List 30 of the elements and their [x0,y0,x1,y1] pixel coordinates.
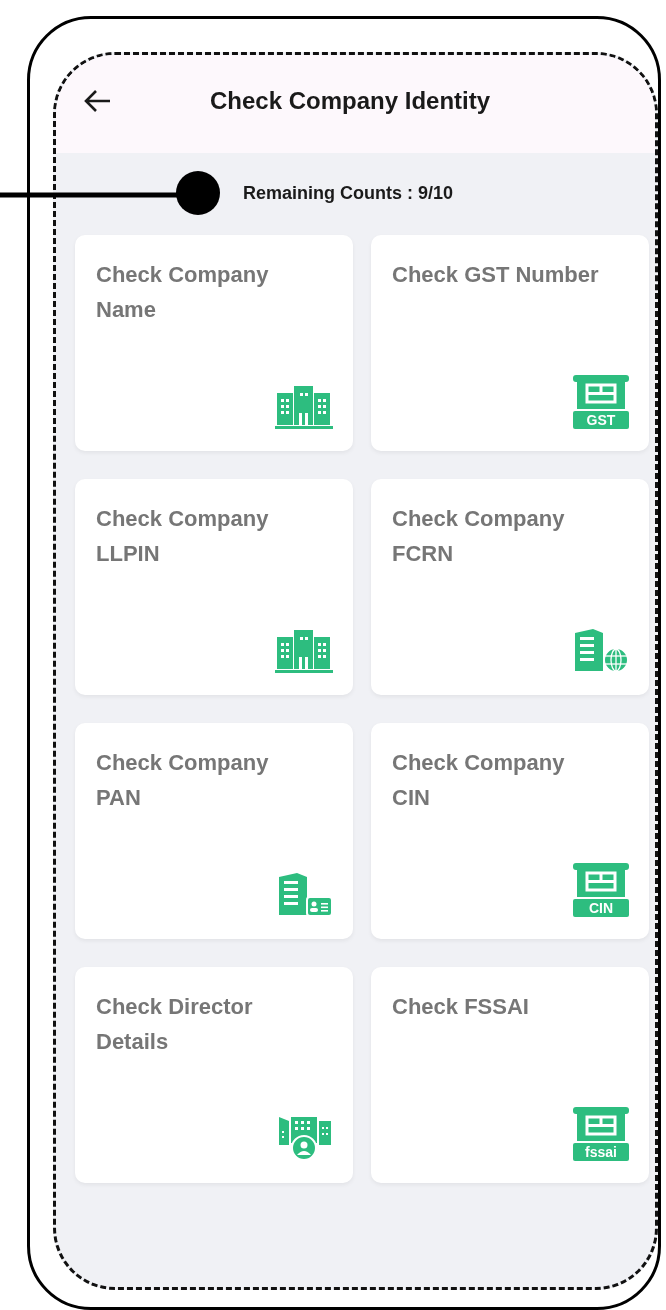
buildings-icon [275,383,333,429]
kiosk-icon [573,863,629,897]
check-card[interactable]: Check GST Number GST [371,235,649,451]
check-card[interactable]: Check Company LLPIN [75,479,353,695]
check-card[interactable]: Check Company CIN CIN [371,723,649,939]
check-card[interactable]: Check Company FCRN [371,479,649,695]
buildings-person-icon [277,1115,333,1161]
kiosk-icon [573,1107,629,1141]
remaining-counts: Remaining Counts : 9/10 [243,183,455,205]
building-globe-icon [573,627,629,673]
kiosk-icon [573,375,629,409]
check-card[interactable]: Check Director Details [75,967,353,1183]
card-title: Check Company LLPIN [96,505,270,568]
icon-label: CIN [573,899,629,917]
card-title: Check Company FCRN [392,505,566,568]
check-card[interactable]: Check Company PAN [75,723,353,939]
card-title: Check Company PAN [96,749,270,812]
building-id-card-icon [277,871,333,917]
icon-label: fssai [573,1143,629,1161]
check-card[interactable]: Check Company Name [75,235,353,451]
card-title: Check GST Number [392,261,599,289]
check-card[interactable]: Check FSSAI fssai [371,967,649,1183]
back-button[interactable] [82,89,112,113]
buildings-icon [275,627,333,673]
page-title: Check Company Identity [210,87,491,115]
icon-label: GST [573,411,629,429]
card-title: Check FSSAI [392,993,529,1021]
card-title: Check Company Name [96,261,270,324]
card-title: Check Company CIN [392,749,566,812]
card-title: Check Director Details [96,993,254,1056]
